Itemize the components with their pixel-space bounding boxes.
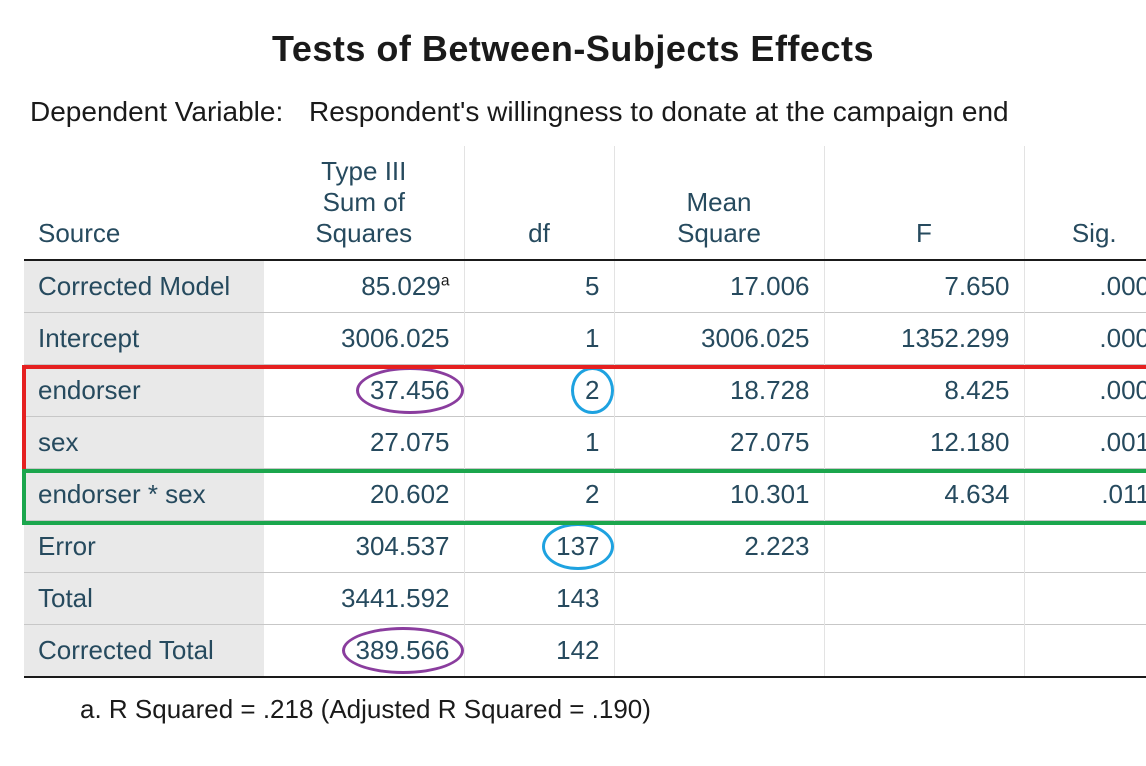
cell-f: 7.650 — [824, 260, 1024, 313]
cell-source: Total — [24, 573, 264, 625]
cell-df: 142 — [464, 625, 614, 678]
cell-df: 1 — [464, 313, 614, 365]
col-source: Source — [24, 146, 264, 260]
cell-ss: 389.566 — [264, 625, 464, 678]
table-row: endorser * sex20.602210.3014.634.011 — [24, 469, 1146, 521]
cell-f: 1352.299 — [824, 313, 1024, 365]
cell-df: 1 — [464, 417, 614, 469]
cell-ms: 17.006 — [614, 260, 824, 313]
table-row: Intercept3006.02513006.0251352.299.000 — [24, 313, 1146, 365]
purple-circle-annotation — [342, 627, 464, 674]
cell-sig: .001 — [1024, 417, 1146, 469]
cell-sig — [1024, 521, 1146, 573]
cell-sig: .000 — [1024, 260, 1146, 313]
blue-circle-annotation — [571, 367, 613, 414]
col-sig: Sig. — [1024, 146, 1146, 260]
cell-source: Corrected Total — [24, 625, 264, 678]
anova-table: Source Type III Sum of Squares df Mean S… — [24, 146, 1146, 678]
cell-ms: 10.301 — [614, 469, 824, 521]
dependent-variable-line: Dependent Variable: Respondent's willing… — [24, 96, 1122, 128]
cell-f: 4.634 — [824, 469, 1024, 521]
cell-ss: 304.537 — [264, 521, 464, 573]
table-row: sex27.075127.07512.180.001 — [24, 417, 1146, 469]
cell-f: 8.425 — [824, 365, 1024, 417]
header-row: Source Type III Sum of Squares df Mean S… — [24, 146, 1146, 260]
cell-ms: 2.223 — [614, 521, 824, 573]
cell-source: Error — [24, 521, 264, 573]
cell-ms: 18.728 — [614, 365, 824, 417]
purple-circle-annotation — [356, 367, 464, 414]
blue-circle-annotation — [542, 523, 613, 570]
cell-ss: 37.456 — [264, 365, 464, 417]
cell-ms: 27.075 — [614, 417, 824, 469]
table-row: Total3441.592143 — [24, 573, 1146, 625]
table-row: Corrected Model85.029a517.0067.650.000 — [24, 260, 1146, 313]
cell-ss: 20.602 — [264, 469, 464, 521]
cell-sig: .000 — [1024, 365, 1146, 417]
cell-source: sex — [24, 417, 264, 469]
cell-ms — [614, 573, 824, 625]
cell-ss: 85.029a — [264, 260, 464, 313]
col-df: df — [464, 146, 614, 260]
cell-ss: 27.075 — [264, 417, 464, 469]
cell-df: 2 — [464, 365, 614, 417]
table-row: Error304.5371372.223 — [24, 521, 1146, 573]
dependent-variable-value: Respondent's willingness to donate at th… — [309, 96, 1009, 127]
col-ss: Type III Sum of Squares — [264, 146, 464, 260]
footnote: a. R Squared = .218 (Adjusted R Squared … — [24, 678, 1122, 725]
cell-ms: 3006.025 — [614, 313, 824, 365]
cell-f — [824, 573, 1024, 625]
cell-sig — [1024, 625, 1146, 678]
col-ms: Mean Square — [614, 146, 824, 260]
cell-source: endorser — [24, 365, 264, 417]
dependent-variable-label: Dependent Variable: — [30, 96, 283, 127]
cell-source: endorser * sex — [24, 469, 264, 521]
cell-df: 137 — [464, 521, 614, 573]
table-row: Corrected Total389.566142 — [24, 625, 1146, 678]
cell-f — [824, 521, 1024, 573]
cell-df: 143 — [464, 573, 614, 625]
cell-df: 2 — [464, 469, 614, 521]
cell-sig — [1024, 573, 1146, 625]
cell-source: Intercept — [24, 313, 264, 365]
page-title: Tests of Between-Subjects Effects — [24, 28, 1122, 70]
cell-source: Corrected Model — [24, 260, 264, 313]
cell-sig: .000 — [1024, 313, 1146, 365]
cell-ss: 3006.025 — [264, 313, 464, 365]
table-row: endorser37.456218.7288.425.000 — [24, 365, 1146, 417]
col-f: F — [824, 146, 1024, 260]
cell-ms — [614, 625, 824, 678]
cell-ss: 3441.592 — [264, 573, 464, 625]
cell-df: 5 — [464, 260, 614, 313]
cell-sig: .011 — [1024, 469, 1146, 521]
cell-f — [824, 625, 1024, 678]
cell-f: 12.180 — [824, 417, 1024, 469]
anova-table-wrap: Source Type III Sum of Squares df Mean S… — [24, 146, 1122, 678]
